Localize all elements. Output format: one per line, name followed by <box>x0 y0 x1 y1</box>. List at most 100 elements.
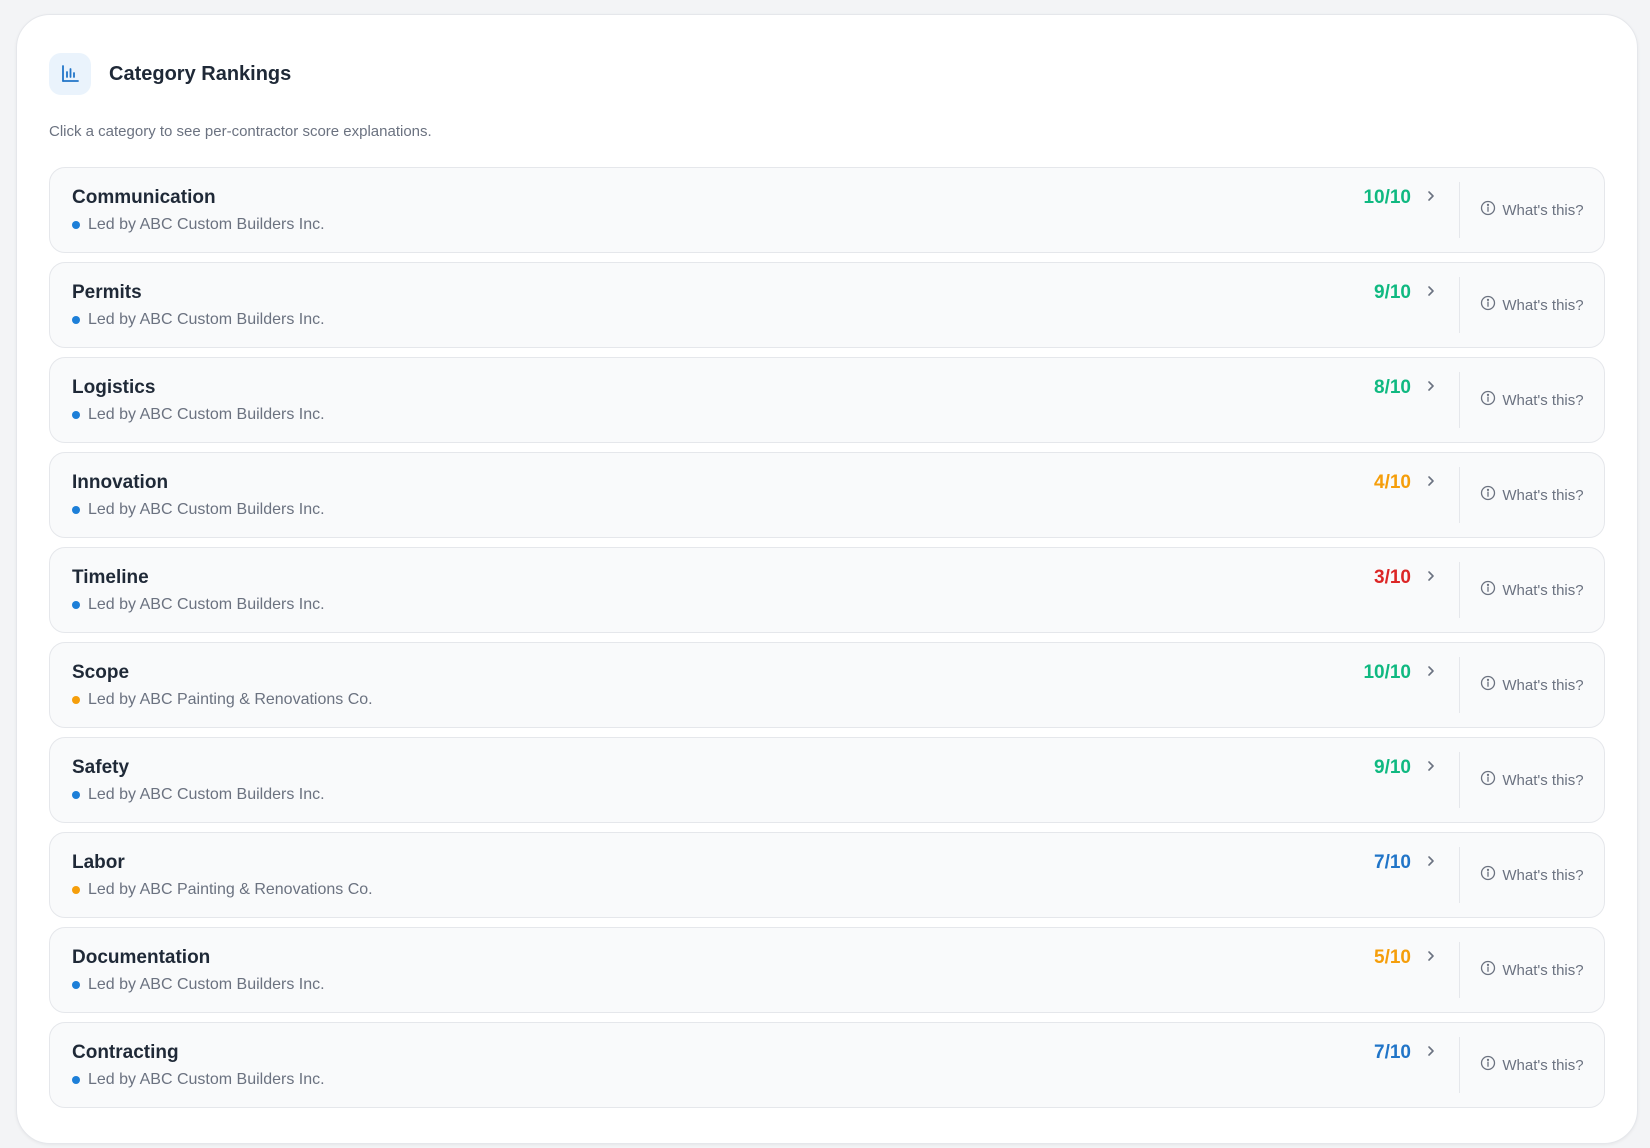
leader-text: Led by ABC Custom Builders Inc. <box>88 1071 325 1088</box>
chevron-right-icon <box>1425 1044 1437 1062</box>
whats-this-label: What's this? <box>1502 201 1584 219</box>
info-icon <box>1480 580 1496 600</box>
info-icon <box>1480 295 1496 315</box>
category-row-main[interactable]: Safety Led by ABC Custom Builders Inc. 9… <box>50 738 1459 822</box>
whats-this-button[interactable]: What's this? <box>1460 738 1604 822</box>
chevron-right-icon <box>1425 474 1437 492</box>
contractor-dot <box>72 1076 80 1084</box>
contractor-dot <box>72 411 80 419</box>
leader-text: Led by ABC Painting & Renovations Co. <box>88 881 373 898</box>
chevron-right-icon <box>1425 664 1437 682</box>
bar-chart-icon <box>49 53 91 95</box>
chevron-right-icon <box>1425 284 1437 302</box>
info-icon <box>1480 865 1496 885</box>
category-row-main[interactable]: Timeline Led by ABC Custom Builders Inc.… <box>50 548 1459 632</box>
chevron-right-icon <box>1425 569 1437 587</box>
leader-text: Led by ABC Custom Builders Inc. <box>88 786 325 803</box>
whats-this-label: What's this? <box>1502 866 1584 884</box>
chevron-right-icon <box>1425 759 1437 777</box>
contractor-dot <box>72 316 80 324</box>
score-group: 10/10 <box>1363 661 1437 685</box>
whats-this-button[interactable]: What's this? <box>1460 263 1604 347</box>
score-group: 9/10 <box>1374 756 1437 780</box>
category-name: Scope <box>72 662 130 683</box>
info-icon <box>1480 200 1496 220</box>
category-row-documentation[interactable]: Documentation Led by ABC Custom Builders… <box>49 927 1605 1013</box>
whats-this-label: What's this? <box>1502 486 1584 504</box>
leader-text: Led by ABC Custom Builders Inc. <box>88 406 325 423</box>
category-score: 8/10 <box>1374 377 1411 398</box>
category-leader: Led by ABC Custom Builders Inc. <box>72 596 1437 614</box>
score-group: 3/10 <box>1374 566 1437 590</box>
info-icon <box>1480 770 1496 790</box>
whats-this-label: What's this? <box>1502 676 1584 694</box>
category-row-main[interactable]: Contracting Led by ABC Custom Builders I… <box>50 1023 1459 1107</box>
category-row-innovation[interactable]: Innovation Led by ABC Custom Builders In… <box>49 452 1605 538</box>
info-icon <box>1480 390 1496 410</box>
whats-this-button[interactable]: What's this? <box>1460 643 1604 727</box>
leader-text: Led by ABC Painting & Renovations Co. <box>88 691 373 708</box>
category-leader: Led by ABC Custom Builders Inc. <box>72 786 1437 804</box>
leader-text: Led by ABC Custom Builders Inc. <box>88 596 325 613</box>
contractor-dot <box>72 696 80 704</box>
contractor-dot <box>72 221 80 229</box>
whats-this-label: What's this? <box>1502 1056 1584 1074</box>
category-row-labor[interactable]: Labor Led by ABC Painting & Renovations … <box>49 832 1605 918</box>
category-score: 7/10 <box>1374 1042 1411 1063</box>
page-title: Category Rankings <box>109 62 292 85</box>
category-row-logistics[interactable]: Logistics Led by ABC Custom Builders Inc… <box>49 357 1605 443</box>
category-row-main[interactable]: Communication Led by ABC Custom Builders… <box>50 168 1459 252</box>
category-score: 9/10 <box>1374 757 1411 778</box>
info-icon <box>1480 1055 1496 1075</box>
category-leader: Led by ABC Custom Builders Inc. <box>72 406 1437 424</box>
category-leader: Led by ABC Custom Builders Inc. <box>72 311 1437 329</box>
whats-this-button[interactable]: What's this? <box>1460 168 1604 252</box>
contractor-dot <box>72 791 80 799</box>
category-leader: Led by ABC Custom Builders Inc. <box>72 216 1437 234</box>
category-score: 4/10 <box>1374 472 1411 493</box>
category-row-permits[interactable]: Permits Led by ABC Custom Builders Inc. … <box>49 262 1605 348</box>
whats-this-button[interactable]: What's this? <box>1460 833 1604 917</box>
category-score: 10/10 <box>1363 187 1411 208</box>
whats-this-button[interactable]: What's this? <box>1460 1023 1604 1107</box>
category-row-main[interactable]: Labor Led by ABC Painting & Renovations … <box>50 833 1459 917</box>
chevron-right-icon <box>1425 189 1437 207</box>
category-row-contracting[interactable]: Contracting Led by ABC Custom Builders I… <box>49 1022 1605 1108</box>
info-icon <box>1480 675 1496 695</box>
category-row-timeline[interactable]: Timeline Led by ABC Custom Builders Inc.… <box>49 547 1605 633</box>
category-score: 7/10 <box>1374 852 1411 873</box>
whats-this-label: What's this? <box>1502 581 1584 599</box>
score-group: 10/10 <box>1363 186 1437 210</box>
info-icon <box>1480 960 1496 980</box>
category-row-safety[interactable]: Safety Led by ABC Custom Builders Inc. 9… <box>49 737 1605 823</box>
category-row-main[interactable]: Logistics Led by ABC Custom Builders Inc… <box>50 358 1459 442</box>
category-row-main[interactable]: Innovation Led by ABC Custom Builders In… <box>50 453 1459 537</box>
category-leader: Led by ABC Custom Builders Inc. <box>72 1071 1437 1089</box>
category-row-main[interactable]: Permits Led by ABC Custom Builders Inc. … <box>50 263 1459 347</box>
category-score: 3/10 <box>1374 567 1411 588</box>
chevron-right-icon <box>1425 854 1437 872</box>
whats-this-button[interactable]: What's this? <box>1460 453 1604 537</box>
category-leader: Led by ABC Painting & Renovations Co. <box>72 691 1437 709</box>
whats-this-button[interactable]: What's this? <box>1460 548 1604 632</box>
card-header: Category Rankings <box>49 53 291 95</box>
chevron-right-icon <box>1425 379 1437 397</box>
score-group: 7/10 <box>1374 851 1437 875</box>
category-row-main[interactable]: Scope Led by ABC Painting & Renovations … <box>50 643 1459 727</box>
whats-this-button[interactable]: What's this? <box>1460 928 1604 1012</box>
score-group: 8/10 <box>1374 376 1437 400</box>
whats-this-button[interactable]: What's this? <box>1460 358 1604 442</box>
category-name: Communication <box>72 187 216 208</box>
whats-this-label: What's this? <box>1502 296 1584 314</box>
category-row-scope[interactable]: Scope Led by ABC Painting & Renovations … <box>49 642 1605 728</box>
category-name: Innovation <box>72 472 169 493</box>
leader-text: Led by ABC Custom Builders Inc. <box>88 976 325 993</box>
category-row-main[interactable]: Documentation Led by ABC Custom Builders… <box>50 928 1459 1012</box>
leader-text: Led by ABC Custom Builders Inc. <box>88 501 325 518</box>
subtitle: Click a category to see per-contractor s… <box>49 123 432 140</box>
score-group: 5/10 <box>1374 946 1437 970</box>
category-name: Documentation <box>72 947 211 968</box>
whats-this-label: What's this? <box>1502 961 1584 979</box>
category-row-communication[interactable]: Communication Led by ABC Custom Builders… <box>49 167 1605 253</box>
category-score: 10/10 <box>1363 662 1411 683</box>
